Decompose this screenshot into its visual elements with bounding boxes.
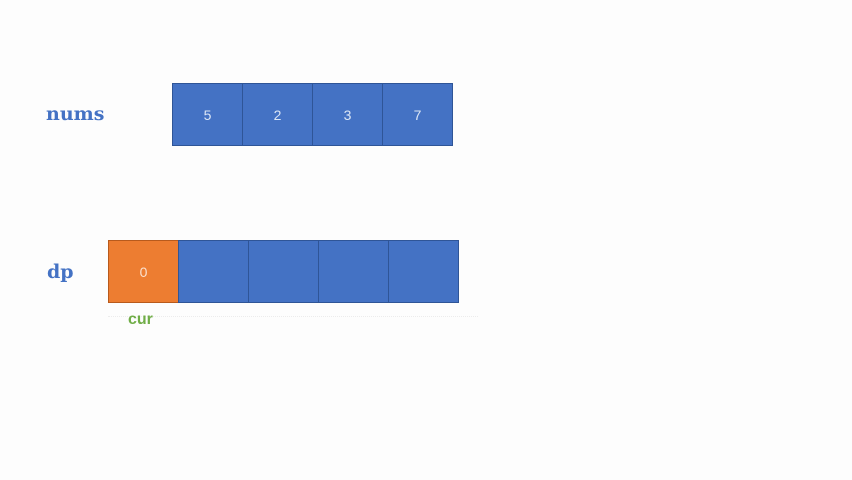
nums-array: 5 2 3 7 [172,83,453,146]
nums-cell: 3 [312,83,383,146]
nums-cell: 5 [172,83,243,146]
dp-cell [178,240,249,303]
dp-cell: 0 [108,240,179,303]
nums-label: nums [46,103,105,125]
dp-cell [388,240,459,303]
dp-label: dp [47,261,74,283]
dp-cell [248,240,319,303]
nums-cell: 2 [242,83,313,146]
divider-line [108,316,478,317]
dp-array: 0 [108,240,459,303]
nums-cell: 7 [382,83,453,146]
cur-pointer-label: cur [128,311,153,328]
dp-cell [318,240,389,303]
